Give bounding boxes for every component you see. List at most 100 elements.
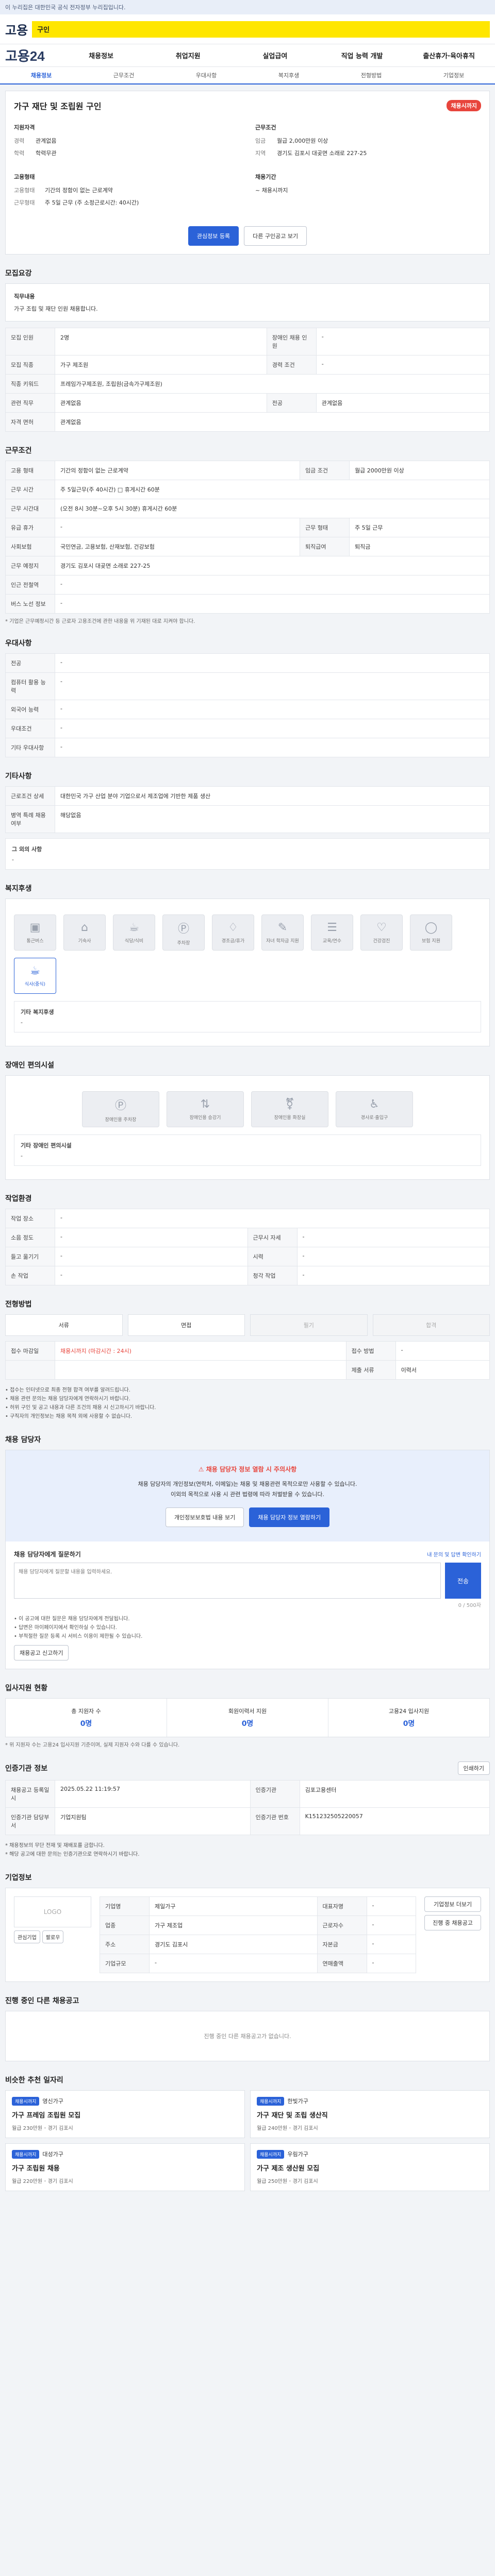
cell-key: 기타 우대사항	[5, 738, 55, 757]
cell-value: -	[55, 1266, 248, 1285]
cell-key: 들고 옮기기	[5, 1247, 55, 1266]
interest-button[interactable]: 관심정보 등록	[188, 226, 239, 246]
table-row: 인근 전철역 -	[5, 575, 490, 595]
facility-tile: Ⓟ 장애인용 주차장	[82, 1091, 159, 1127]
gnb-item-training[interactable]: 직업 능력 개발	[321, 50, 403, 60]
job-title: 가구 재단 및 조립원 구인	[14, 101, 102, 111]
view-manager-button[interactable]: 채용 담당자 정보 열람하기	[249, 1507, 330, 1527]
recruit-title: 모집요강	[5, 269, 32, 278]
gnb-item-leave[interactable]: 출산휴가·육아휴직	[408, 50, 490, 60]
table-row: 소음 정도 - 근무시 자세 -	[5, 1228, 490, 1247]
table-row: 근무 시간대 (오전 8시 30분~오후 5시 30분) 휴게시간 60분	[5, 499, 490, 518]
company-more-button[interactable]: 기업정보 더보기	[424, 1896, 481, 1912]
cell-value: -	[55, 738, 490, 757]
tab-recruit[interactable]: 채용정보	[0, 66, 82, 84]
card-title: 가구 재단 및 조립 생산직	[257, 2112, 328, 2120]
table-row: 기업명 제일가구 대표자명 -	[100, 1896, 417, 1916]
manager-desc: 채용 담당자의 개인정보(연락처, 이메일)는 채용 및 채용관련 목적으로만 …	[138, 1481, 357, 1487]
note-line: • 허위 구인 및 공고 내용과 다른 조건의 채용 시 신고하시기 바랍니다.	[5, 1405, 156, 1411]
cell-key: 근무 예정지	[5, 556, 55, 575]
table-row: 근무 예정지 경기도 김포시 대곶면 소래로 227-25	[5, 556, 490, 575]
stat-label: 총 지원자 수	[71, 1708, 101, 1715]
meta-key: 근무형태	[14, 199, 35, 206]
meta-value: 학력무관	[36, 150, 57, 157]
cell-value: 기업지원팀	[55, 1807, 251, 1835]
manager-warn-text: 채용 담당자 정보 열람 시 주의사항	[206, 1466, 297, 1473]
conditions-table: 고용 형태 기간의 정함이 없는 근로계약 임금 조건 월급 2000만원 이상 근무…	[5, 461, 490, 614]
recommend-grid: 채용시까지 영신가구 가구 프레임 조립원 모집 월급 230만원 · 경기 김포시 …	[5, 2090, 490, 2191]
cell-key: 기업규모	[100, 1954, 150, 1973]
etc-more-text: -	[12, 856, 14, 863]
gnb-item-unemployment[interactable]: 실업급여	[234, 50, 316, 60]
disabled-title: 장애인 편의시설	[5, 1061, 55, 1070]
interest-company-button[interactable]: 관심기업	[14, 1930, 40, 1943]
recommend-card[interactable]: 채용시까지 우림가구 가구 제조 생산원 모집 월급 250만원 · 경기 김포시	[250, 2143, 490, 2191]
tile-label: 식당/식비	[124, 939, 144, 944]
cell-key: 근무 시간	[5, 480, 55, 499]
cell-value: -	[55, 1247, 248, 1266]
tab-conditions[interactable]: 근무조건	[82, 66, 165, 84]
recommend-card[interactable]: 채용시까지 대성가구 가구 조립원 채용 월급 220만원 · 경기 김포시	[5, 2143, 245, 2191]
privacy-law-button[interactable]: 개인정보보호법 내용 보기	[165, 1507, 244, 1527]
table-row: 관련 직무 관계없음 전공 관계없음	[5, 393, 490, 413]
cell-key: 인증기관	[250, 1780, 300, 1808]
cell-key: 사회보험	[5, 537, 55, 556]
site-logo[interactable]: 고용	[5, 20, 28, 38]
table-row: 병역 특례 채용 여부 해당없음	[5, 805, 490, 833]
inquiry-input[interactable]	[14, 1563, 441, 1599]
screening-notes: • 접수는 인터넷으로 최종 전형 합격 여부를 알려드립니다. • 채용 관련…	[5, 1386, 490, 1421]
recommend-card[interactable]: 채용시까지 한빛가구 가구 재단 및 조립 생산직 월급 240만원 · 경기 김포시	[250, 2090, 490, 2138]
card-location: 경기 김포시	[47, 2179, 73, 2184]
tab-welfare[interactable]: 복지후생	[248, 66, 330, 84]
cell-key: 유급 휴가	[5, 518, 55, 537]
card-title: 가구 제조 생산원 모집	[257, 2165, 320, 2173]
welfare-more-label: 기타 복지후생	[21, 1009, 54, 1015]
tab-company[interactable]: 기업정보	[412, 66, 495, 84]
cell-value: -	[55, 700, 490, 719]
cell-key: 기업명	[100, 1896, 150, 1916]
note-line: • 채용 관련 문의는 채용 담당자에게 연락하시기 바랍니다.	[5, 1396, 130, 1402]
stat-online: 고용24 입사지원 0명	[328, 1699, 489, 1737]
cell-key: 청각 작업	[247, 1266, 298, 1285]
print-button[interactable]: 인쇄하기	[457, 1761, 490, 1775]
etc-title: 기타사항	[5, 772, 32, 781]
my-inquiry-link[interactable]: 내 문의 및 답변 확인하기	[427, 1550, 481, 1558]
gov-banner: 이 누리집은 대한민국 공식 전자정부 누리집입니다.	[0, 0, 495, 14]
follow-button[interactable]: 팔로우	[42, 1930, 64, 1943]
cell-key: 인증기관 담당부서	[5, 1807, 55, 1835]
welfare-tile: ✎ 자녀 학자금 지원	[261, 914, 304, 951]
company-jobs-button[interactable]: 진행 중 채용공고	[424, 1915, 481, 1930]
search-bar[interactable]: 구인	[32, 21, 490, 38]
meta-value: 경기도 김포시 대곶면 소래로 227-25	[277, 150, 367, 157]
meal-icon: ☕	[129, 921, 139, 934]
gnb-logo[interactable]: 고용24	[5, 46, 45, 65]
gnb-item-support[interactable]: 취업지원	[147, 50, 229, 60]
other-jobs-button[interactable]: 다른 구인공고 보기	[244, 226, 307, 246]
tile-label: 장애인용 승강기	[189, 1115, 221, 1121]
recommend-card[interactable]: 채용시까지 영신가구 가구 프레임 조립원 모집 월급 230만원 · 경기 김포시	[5, 2090, 245, 2138]
alert-icon: ⚠	[198, 1466, 206, 1473]
cell-value: 주 5일 근무	[349, 518, 490, 537]
report-button[interactable]: 채용공고 신고하기	[14, 1645, 69, 1660]
gnb-item-jobs[interactable]: 채용정보	[60, 50, 142, 60]
table-row: 자격 면허 관계없음	[5, 412, 490, 432]
parking-icon: Ⓟ	[177, 922, 189, 936]
tile-label: 장애인용 주차장	[105, 1117, 137, 1123]
meta-key: 경력	[14, 138, 25, 144]
etc-table: 근로조건 상세 대한민국 가구 산업 분야 기업으로서 제조업에 기반한 제품 생…	[5, 786, 490, 833]
cell-value: 주 5일근무(주 40시간) □ 휴게시간 60분	[55, 480, 490, 499]
job-summary: 가구 재단 및 조립원 구인 채용시까지 지원자격 경력 관계없음 학력 학력무관 …	[5, 91, 490, 255]
applicants-title: 입사지원 현황	[5, 1684, 48, 1692]
tab-screening[interactable]: 전형방법	[330, 66, 412, 84]
tab-prefer[interactable]: 우대사항	[165, 66, 248, 84]
card-company: 한빛가구	[287, 2098, 308, 2105]
welfare-more-text: -	[21, 1019, 23, 1026]
cell-value: 경기도 김포시	[149, 1935, 318, 1954]
inquiry-send-button[interactable]: 전송	[445, 1563, 481, 1599]
meta-value: 주 5일 근무 (주 소정근로시간: 40시간)	[45, 199, 139, 206]
other-empty: 진행 중인 다른 채용공고가 없습니다.	[5, 2011, 490, 2061]
welfare-tile: ♢ 경조금/휴가	[212, 914, 254, 951]
tile-label: 주차장	[177, 940, 190, 946]
card-location: 경기 김포시	[47, 2126, 73, 2131]
cell-value: 2명	[55, 328, 267, 355]
